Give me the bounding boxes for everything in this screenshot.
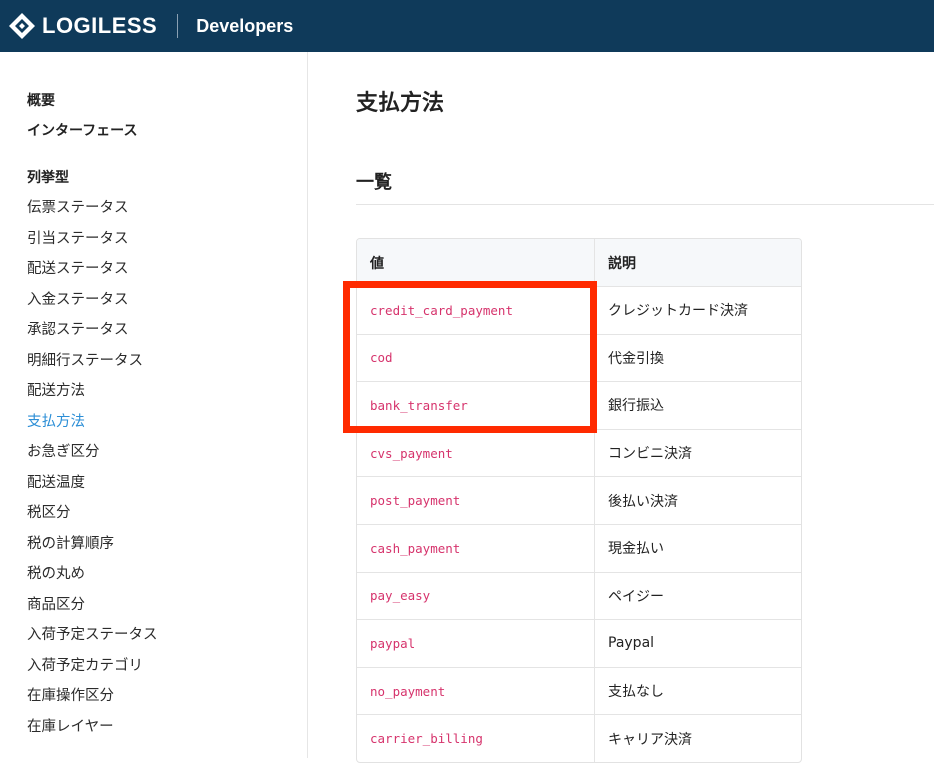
- brand-name: LOGILESS: [42, 13, 158, 38]
- table-cell-value: paypal: [357, 620, 595, 667]
- table-cell-value: credit_card_payment: [357, 287, 595, 334]
- sidebar-item[interactable]: 明細行ステータス: [27, 349, 143, 370]
- enum-value-code: cod: [370, 350, 393, 366]
- top-header: LOGILESS Developers: [0, 0, 934, 52]
- table-cell-value: bank_transfer: [357, 382, 595, 429]
- table-cell-description: クレジットカード決済: [608, 303, 748, 320]
- table-row: cod 代金引換: [357, 333, 801, 382]
- sidebar-item-overview[interactable]: 概要: [27, 90, 55, 110]
- sidebar-group-enums[interactable]: 列挙型: [27, 167, 69, 187]
- table-cell-description: ペイジー: [608, 588, 664, 605]
- sidebar-item-active[interactable]: 支払方法: [27, 410, 85, 431]
- table-row: cash_payment 現金払い: [357, 523, 801, 572]
- page-title: 支払方法: [356, 91, 445, 116]
- table-row: cvs_payment コンビニ決済: [357, 428, 801, 477]
- enum-value-code: cash_payment: [370, 540, 461, 556]
- main-content: 支払方法 一覧 値 説明 credit_card_payment クレジットカー…: [309, 52, 934, 763]
- sidebar-item-interface[interactable]: インターフェース: [27, 120, 137, 140]
- enum-value-code: paypal: [370, 635, 416, 651]
- sidebar-item[interactable]: 承認ステータス: [27, 318, 129, 339]
- sidebar-item[interactable]: 在庫操作区分: [27, 684, 114, 705]
- table-cell-description: 後払い決済: [608, 493, 678, 510]
- table-header-description: 説明: [608, 255, 636, 272]
- enum-value-code: carrier_billing: [370, 731, 483, 747]
- sidebar-item[interactable]: お急ぎ区分: [27, 440, 100, 461]
- table-cell-value: cod: [357, 334, 595, 382]
- table-cell-description: Paypal: [608, 635, 655, 652]
- sidebar-item[interactable]: 引当ステータス: [27, 227, 129, 248]
- table-row: carrier_billing キャリア決済: [357, 714, 801, 762]
- table-row: post_payment 後払い決済: [357, 476, 801, 524]
- table-cell-value: post_payment: [357, 477, 595, 524]
- table-cell-value: no_payment: [357, 667, 595, 715]
- brand-logo[interactable]: LOGILESS: [8, 0, 157, 52]
- table-cell-value: pay_easy: [357, 572, 595, 620]
- table-cell-description: キャリア決済: [608, 731, 692, 748]
- table-cell-description: 代金引換: [608, 350, 664, 367]
- table-header-value: 値: [357, 239, 595, 286]
- enum-value-code: pay_easy: [370, 588, 431, 604]
- section-divider: [356, 204, 934, 205]
- logiless-logo-icon: [9, 13, 35, 39]
- table-cell-description: 支払なし: [608, 684, 664, 701]
- sidebar-item[interactable]: 配送ステータス: [27, 257, 129, 278]
- table-header-row: 値 説明: [357, 239, 801, 286]
- sidebar-item[interactable]: 在庫レイヤー: [27, 715, 114, 736]
- sidebar-item[interactable]: 入荷予定ステータス: [27, 623, 158, 644]
- sidebar-item[interactable]: 入荷予定カテゴリ: [27, 654, 143, 675]
- table-cell-description: 銀行振込: [608, 398, 664, 415]
- table-row: paypal Paypal: [357, 619, 801, 667]
- sidebar-item[interactable]: 配送温度: [27, 471, 85, 492]
- enum-value-code: post_payment: [370, 493, 461, 509]
- table-row: bank_transfer 銀行振込: [357, 381, 801, 429]
- table-row: pay_easy ペイジー: [357, 571, 801, 620]
- enum-value-code: cvs_payment: [370, 445, 453, 461]
- table-cell-description: 現金払い: [608, 541, 664, 558]
- sidebar-item[interactable]: 配送方法: [27, 379, 85, 400]
- table-cell-description: コンビニ決済: [608, 446, 692, 463]
- enum-value-code: no_payment: [370, 683, 446, 699]
- table-cell-value: cash_payment: [357, 524, 595, 572]
- table-cell-value: carrier_billing: [357, 715, 595, 762]
- sidebar-item[interactable]: 税の計算順序: [27, 532, 114, 553]
- sidebar-nav: 概要 インターフェース 列挙型 伝票ステータス 引当ステータス 配送ステータス …: [0, 52, 308, 758]
- enum-value-code: credit_card_payment: [370, 302, 513, 318]
- sidebar-item[interactable]: 入金ステータス: [27, 288, 129, 309]
- section-title: 一覧: [356, 172, 392, 193]
- enum-value-code: bank_transfer: [370, 397, 468, 413]
- sidebar-item[interactable]: 伝票ステータス: [27, 196, 129, 217]
- table-row: credit_card_payment クレジットカード決済: [357, 286, 801, 334]
- enum-table: 値 説明 credit_card_payment クレジットカード決済 cod …: [356, 238, 802, 763]
- header-subtitle[interactable]: Developers: [196, 16, 293, 37]
- sidebar-item[interactable]: 税区分: [27, 501, 71, 522]
- sidebar-item[interactable]: 商品区分: [27, 593, 85, 614]
- sidebar-item[interactable]: 税の丸め: [27, 562, 85, 583]
- table-cell-value: cvs_payment: [357, 429, 595, 477]
- table-row: no_payment 支払なし: [357, 666, 801, 715]
- header-divider: [177, 14, 179, 38]
